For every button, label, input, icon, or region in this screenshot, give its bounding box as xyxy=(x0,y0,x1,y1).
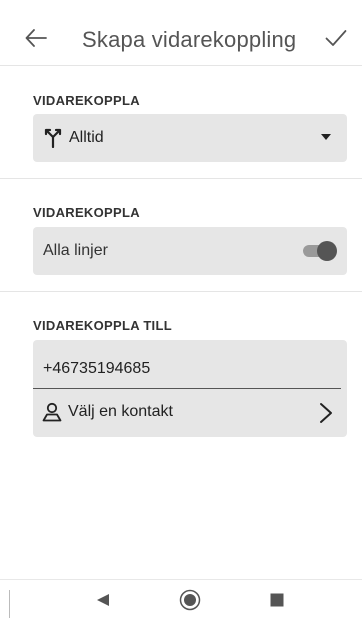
nav-recents-icon xyxy=(270,593,284,607)
chevron-down-icon xyxy=(321,134,331,140)
nav-home-icon xyxy=(179,589,201,611)
page-title: Skapa vidarekoppling xyxy=(82,27,297,52)
section-label-forward-mode: VIDAREKOPPLA xyxy=(33,93,140,108)
nav-recents-button[interactable] xyxy=(266,590,288,610)
checkmark-icon xyxy=(325,30,347,46)
screen: Skapa vidarekoppling VIDAREKOPPLA Alltid… xyxy=(0,0,362,618)
section-label-forward-to: VIDAREKOPPLA TILL xyxy=(33,318,172,333)
back-button[interactable] xyxy=(20,22,52,54)
nav-home-button[interactable] xyxy=(179,589,201,611)
arrow-left-icon xyxy=(25,29,47,47)
phone-number-input[interactable]: +46735194685 xyxy=(33,340,347,389)
system-nav-bar xyxy=(0,579,362,618)
divider xyxy=(0,178,362,179)
lines-toggle-row: Alla linjer xyxy=(33,227,347,275)
chevron-right-icon xyxy=(320,403,332,423)
choose-contact-button[interactable]: Välj en kontakt xyxy=(33,389,347,437)
toggle-label: Alla linjer xyxy=(43,242,108,259)
divider xyxy=(0,291,362,292)
divider xyxy=(0,65,362,66)
nav-back-button[interactable] xyxy=(92,590,114,610)
forward-mode-dropdown[interactable]: Alltid xyxy=(33,114,347,162)
dropdown-value: Alltid xyxy=(69,129,104,146)
call-forward-icon xyxy=(44,128,62,148)
edge-line xyxy=(9,590,10,618)
person-icon xyxy=(42,402,62,422)
toggle-thumb xyxy=(317,241,337,261)
all-lines-toggle[interactable] xyxy=(303,241,337,261)
choose-contact-label: Välj en kontakt xyxy=(68,403,173,420)
phone-number-value: +46735194685 xyxy=(43,360,151,377)
nav-back-icon xyxy=(97,594,109,606)
save-button[interactable] xyxy=(318,22,354,54)
forward-to-card: +46735194685 Välj en kontakt xyxy=(33,340,347,437)
section-label-lines: VIDAREKOPPLA xyxy=(33,205,140,220)
